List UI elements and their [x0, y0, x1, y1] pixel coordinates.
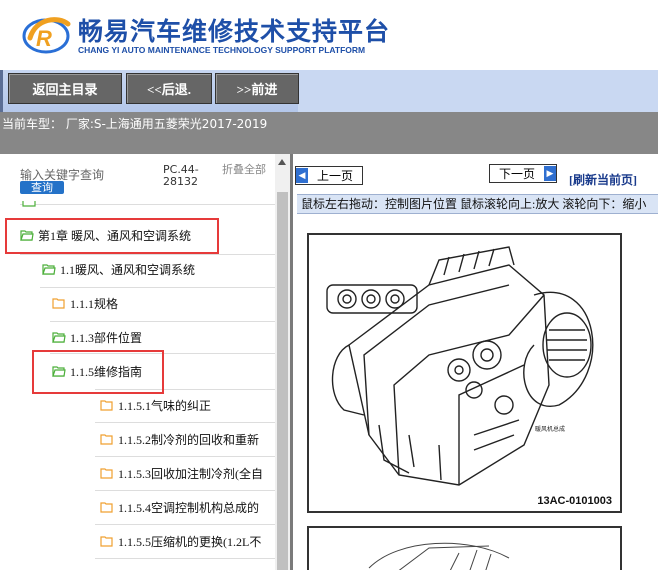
- divider: [20, 204, 275, 205]
- tree-item-section-1-1[interactable]: 1.1暖风、通风和空调系统: [42, 259, 195, 279]
- scroll-up-arrow-icon[interactable]: [278, 159, 286, 165]
- tree-item-1-1-5-1[interactable]: 1.1.5.1气味的纠正: [100, 395, 211, 415]
- scroll-thumb[interactable]: [277, 192, 288, 570]
- tree-item-1-1-5-2[interactable]: 1.1.5.2制冷剂的回收和重新: [100, 429, 259, 449]
- arrow-left-icon: ◀: [296, 168, 308, 183]
- second-drawing-partial: [368, 542, 510, 570]
- sidebar-scrollbar[interactable]: [275, 154, 290, 570]
- tree-item-label: 1.1.3部件位置: [70, 330, 143, 345]
- nav-edge: [0, 70, 3, 112]
- forward-button[interactable]: >>前进: [215, 73, 299, 104]
- diagram-figure[interactable]: 暖风机总成 13AC-0101003: [307, 233, 622, 513]
- vehicle-info-bar: 当前车型： 厂家:S-上海通用五菱荣光2017-2019: [0, 112, 658, 154]
- tree-item-label: 1.1.5.4空调控制机构总成的: [118, 500, 260, 515]
- folder-closed-icon: [100, 502, 113, 513]
- cy-logo-icon: R: [22, 17, 71, 54]
- divider: [95, 490, 275, 491]
- figure-label: 13AC-0101003: [537, 495, 612, 507]
- folder-closed-icon: [100, 434, 113, 445]
- divider: [40, 287, 275, 288]
- folder-closed-icon: [100, 536, 113, 547]
- collapse-all-button[interactable]: 折叠全部: [222, 164, 266, 176]
- figure-stamp: 暖风机总成: [535, 425, 565, 433]
- next-page-button[interactable]: 下一页 ▶: [489, 164, 557, 183]
- folder-open-icon: [52, 332, 66, 343]
- tree-item-1-1-3[interactable]: 1.1.3部件位置: [52, 327, 142, 347]
- viewer-hint-bar: 鼠标左右拖动：控制图片位置 鼠标滚轮向上:放大 滚轮向下：缩小: [297, 194, 658, 214]
- tree-item-label: 1.1.5.1气味的纠正: [118, 398, 212, 413]
- folder-closed-icon: [100, 468, 113, 479]
- tree-item-label: 1.1.5.3回收加注制冷剂(全自: [118, 466, 263, 481]
- nav-bar: 返回主目录 <<后退. >>前进: [0, 70, 658, 112]
- catalog-sidebar: 输入关键字查询 查询 PC.44-28132 折叠全部 第1章 暖风、通风和空调…: [0, 154, 290, 570]
- folder-open-icon: [42, 264, 56, 275]
- app-title: 畅易汽车维修技术支持平台: [78, 17, 391, 46]
- back-button[interactable]: <<后退.: [126, 73, 212, 104]
- highlight-box-chapter: [5, 218, 219, 254]
- diagram-figure-2[interactable]: [307, 526, 622, 570]
- tree-item-1-1-5-3[interactable]: 1.1.5.3回收加注制冷剂(全自: [100, 463, 263, 483]
- tree-item-1-1-1[interactable]: 1.1.1规格: [52, 293, 118, 313]
- tree-item-label: 1.1.5.5压缩机的更换(1.2L不: [118, 534, 262, 549]
- search-button[interactable]: 查询: [20, 181, 64, 194]
- next-page-label: 下一页: [498, 167, 535, 181]
- tree-item-label: 1.1.5.2制冷剂的回收和重新: [118, 432, 260, 447]
- current-vehicle-text: 当前车型： 厂家:S-上海通用五菱荣光2017-2019: [2, 117, 268, 131]
- app-subtitle: CHANG YI AUTO MAINTENANCE TECHNOLOGY SUP…: [78, 45, 366, 55]
- tree-item-label: 1.1.1规格: [70, 296, 119, 311]
- prev-page-label: 上一页: [316, 169, 353, 183]
- divider: [50, 321, 275, 322]
- app-header: R 畅易汽车维修技术支持平台 CHANG YI AUTO MAINTENANCE…: [0, 0, 658, 70]
- divider: [20, 254, 275, 255]
- arrow-right-icon: ▶: [544, 166, 556, 181]
- refresh-page-link[interactable]: [刷新当前页]: [569, 171, 637, 188]
- divider: [95, 558, 275, 559]
- folder-partial-icon: [22, 201, 36, 207]
- hvac-assembly-drawing: 暖风机总成: [326, 246, 594, 486]
- document-viewer: ◀ 上一页 下一页 ▶ [刷新当前页] 鼠标左右拖动：控制图片位置 鼠标滚轮向上…: [293, 154, 658, 570]
- svg-text:R: R: [36, 26, 52, 51]
- tree-item-1-1-5-4[interactable]: 1.1.5.4空调控制机构总成的: [100, 497, 259, 517]
- folder-closed-icon: [100, 400, 113, 411]
- divider: [95, 456, 275, 457]
- pc-label: PC.44-28132: [163, 163, 199, 188]
- home-button[interactable]: 返回主目录: [8, 73, 122, 104]
- nav-shade: [298, 70, 658, 112]
- divider: [95, 524, 275, 525]
- prev-page-button[interactable]: ◀ 上一页: [295, 166, 363, 185]
- highlight-box-guide: [32, 350, 164, 394]
- divider: [95, 422, 275, 423]
- tree-item-1-1-5-5[interactable]: 1.1.5.5压缩机的更换(1.2L不: [100, 531, 261, 551]
- tree-item-label: 1.1暖风、通风和空调系统: [60, 262, 196, 277]
- folder-closed-icon: [52, 298, 65, 309]
